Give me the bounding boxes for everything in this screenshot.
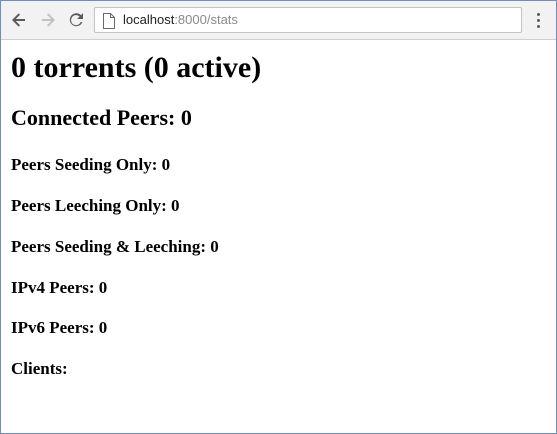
browser-toolbar: localhost:8000/stats: [1, 1, 556, 40]
kebab-menu-icon[interactable]: [531, 9, 545, 31]
peers-seeding-leeching: Peers Seeding & Leeching: 0: [11, 237, 219, 256]
url-path: :8000/stats: [174, 12, 238, 27]
reload-button[interactable]: [65, 9, 87, 31]
peers-leeching-only: Peers Leeching Only: 0: [11, 196, 180, 215]
back-arrow-icon: [12, 13, 25, 27]
ipv6-peers: IPv6 Peers: 0: [11, 318, 108, 337]
page-content: 0 torrents (0 active) Connected Peers: 0…: [11, 40, 556, 433]
browser-window: localhost:8000/stats 0 torrents (0 activ…: [0, 0, 557, 434]
back-button[interactable]: [8, 9, 30, 31]
address-bar[interactable]: localhost:8000/stats: [94, 7, 522, 33]
clients-heading: Clients:: [11, 359, 68, 378]
forward-button[interactable]: [37, 9, 59, 31]
page-title: 0 torrents (0 active): [11, 51, 262, 84]
url-text: localhost:8000/stats: [123, 12, 238, 27]
page-icon: [103, 13, 115, 29]
reload-icon: [69, 13, 83, 27]
peers-seeding-only: Peers Seeding Only: 0: [11, 155, 171, 174]
forward-arrow-icon: [42, 13, 55, 27]
ipv4-peers: IPv4 Peers: 0: [11, 278, 108, 297]
connected-peers-heading: Connected Peers: 0: [11, 105, 192, 130]
url-host: localhost: [123, 12, 175, 27]
